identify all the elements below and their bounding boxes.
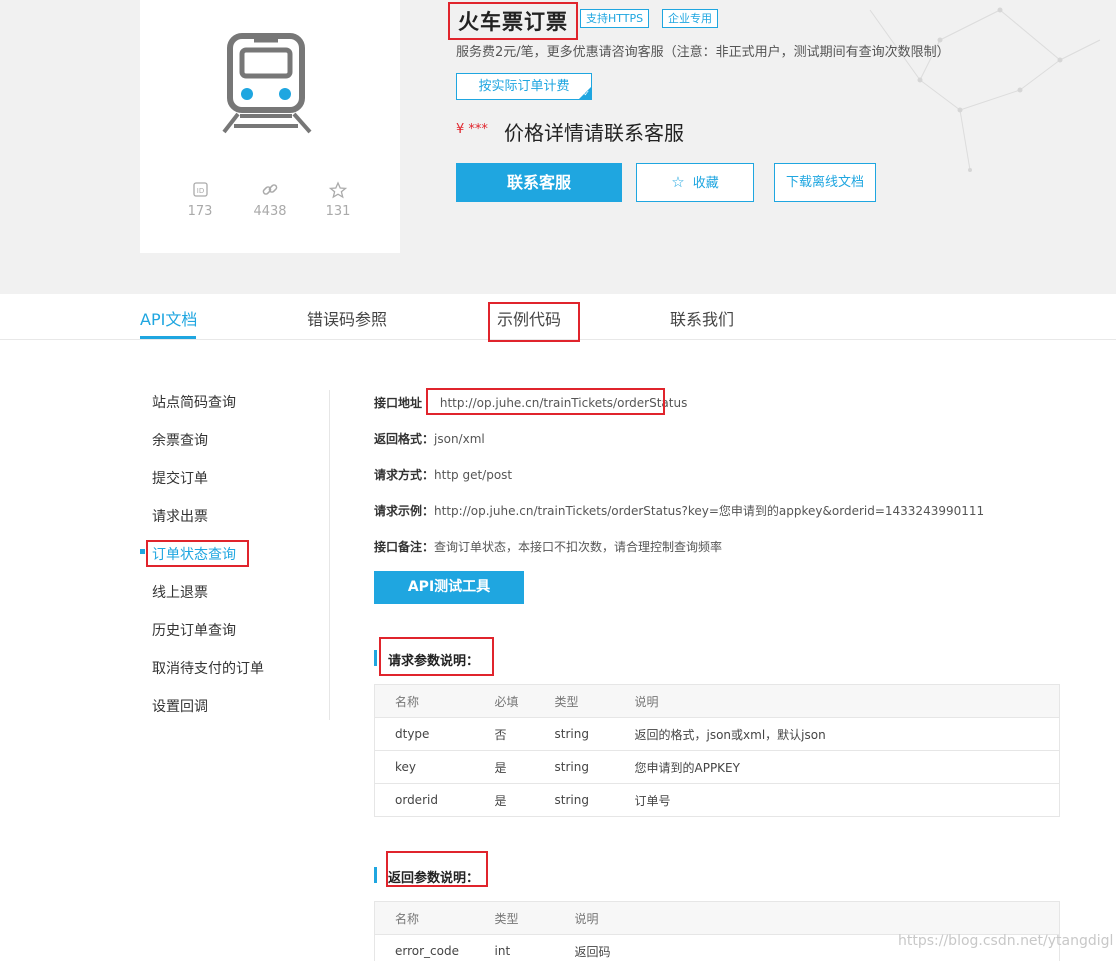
tab-contact-us[interactable]: 联系我们 <box>670 306 734 330</box>
table-header: 类型 <box>474 901 555 935</box>
highlight-box <box>146 540 249 567</box>
tag-https: 支持HTTPS <box>580 9 650 28</box>
sidebar-item-set-callback[interactable]: 设置回调 <box>152 696 208 716</box>
stat-favorite-value: 131 <box>325 204 351 219</box>
star-outline-icon: ☆ <box>671 173 685 191</box>
highlight-box <box>379 637 494 676</box>
favorite-button-label: 收藏 <box>692 176 719 191</box>
response-params-table: 名称 类型 说明 error_code int 返回码 <box>374 901 1060 961</box>
highlight-box <box>386 851 488 887</box>
stat-id-value: 173 <box>187 204 213 219</box>
download-doc-button[interactable]: 下载离线文档 <box>774 163 876 202</box>
table-cell: 订单号 <box>614 783 1060 817</box>
table-cell: int <box>474 934 555 961</box>
link-icon <box>262 184 278 195</box>
table-row: dtype 否 string 返回的格式，json或xml，默认json <box>374 717 1060 751</box>
table-cell: string <box>534 717 615 751</box>
api-test-tool-button[interactable]: API测试工具 <box>374 571 524 604</box>
product-card: ID 173 4438 131 <box>140 0 400 253</box>
tag-enterprise: 企业专用 <box>662 9 718 28</box>
api-example-row: 请求示例：http://op.juhe.cn/trainTickets/orde… <box>374 502 984 519</box>
product-description: 服务费2元/笔，更多优惠请咨询客服（注意：非正式用户，测试期间有查询次数限制） <box>456 45 950 60</box>
contact-service-button[interactable]: 联系客服 <box>456 163 622 202</box>
svg-text:ID: ID <box>197 187 204 195</box>
table-header: 名称 <box>374 901 475 935</box>
table-cell: orderid <box>374 783 475 817</box>
product-title: 火车票订票 <box>458 10 568 34</box>
table-cell: key <box>374 750 475 784</box>
section-marker <box>374 650 377 666</box>
table-cell: 否 <box>474 717 535 751</box>
table-cell: 返回的格式，json或xml，默认json <box>614 717 1060 751</box>
stat-link-value: 4438 <box>253 204 287 219</box>
table-cell: 您申请到的APPKEY <box>614 750 1060 784</box>
star-icon <box>328 181 348 199</box>
api-format-value: json/xml <box>434 432 485 446</box>
table-header: 说明 <box>614 684 1060 718</box>
sidebar-item-refund[interactable]: 线上退票 <box>152 582 208 602</box>
table-header: 类型 <box>534 684 615 718</box>
table-header-row: 名称 必填 类型 说明 <box>374 684 1060 718</box>
check-icon: ✓ <box>583 89 590 98</box>
watermark: https://blog.csdn.net/ytangdigl <box>898 933 1114 949</box>
table-row: key 是 string 您申请到的APPKEY <box>374 750 1060 784</box>
api-note-value: 查询订单状态，本接口不扣次数，请合理控制查询频率 <box>434 540 723 554</box>
billing-option-label: 按实际订单计费 <box>478 79 570 94</box>
table-header: 必填 <box>474 684 535 718</box>
active-tab-underline <box>140 336 196 339</box>
tab-api-doc[interactable]: API文档 <box>140 306 197 330</box>
stat-favorite: 131 <box>308 180 368 219</box>
table-header-row: 名称 类型 说明 <box>374 901 1060 935</box>
stat-id: ID 173 <box>170 180 230 219</box>
price-symbol: ¥ *** <box>456 122 488 137</box>
sidebar-item-submit-order[interactable]: 提交订单 <box>152 468 208 488</box>
section-marker <box>374 867 377 883</box>
table-cell: error_code <box>374 934 475 961</box>
price-text: 价格详情请联系客服 <box>504 121 684 145</box>
api-format-row: 返回格式：json/xml <box>374 430 485 447</box>
sidebar-item-history-orders[interactable]: 历史订单查询 <box>152 620 236 640</box>
highlight-box <box>488 302 580 342</box>
table-cell: string <box>534 783 615 817</box>
id-icon: ID <box>193 182 208 197</box>
table-row: orderid 是 string 订单号 <box>374 783 1060 817</box>
train-icon <box>222 33 312 134</box>
active-item-marker <box>140 549 145 554</box>
billing-option[interactable]: 按实际订单计费 ✓ <box>456 73 592 100</box>
request-params-table: 名称 必填 类型 说明 dtype 否 string 返回的格式，json或xm… <box>374 684 1060 817</box>
product-header: ID 173 4438 131 火车票订票 支持HTTPS 企业专用 服务费2元… <box>0 0 1116 294</box>
api-method-label: 请求方式： <box>374 468 435 482</box>
api-method-row: 请求方式：http get/post <box>374 466 512 483</box>
tab-error-codes[interactable]: 错误码参照 <box>307 306 387 330</box>
sidebar-item-cancel-unpaid[interactable]: 取消待支付的订单 <box>152 658 264 678</box>
table-cell: string <box>534 750 615 784</box>
favorite-button[interactable]: ☆ 收藏 <box>636 163 754 202</box>
api-note-row: 接口备注：查询订单状态，本接口不扣次数，请合理控制查询频率 <box>374 538 722 555</box>
sidebar-item-station-code[interactable]: 站点简码查询 <box>152 392 236 412</box>
api-example-label: 请求示例： <box>374 504 435 518</box>
api-method-value: http get/post <box>434 468 513 482</box>
table-cell: dtype <box>374 717 475 751</box>
table-cell: 是 <box>474 783 535 817</box>
api-format-label: 返回格式： <box>374 432 435 446</box>
api-url-label: 接口地址 <box>374 396 423 410</box>
table-cell: 是 <box>474 750 535 784</box>
product-title-box: 火车票订票 <box>448 2 578 40</box>
table-header: 说明 <box>554 901 1060 935</box>
table-header: 名称 <box>374 684 475 718</box>
sidebar-item-remaining-tickets[interactable]: 余票查询 <box>152 430 208 450</box>
highlight-box <box>426 388 665 415</box>
api-example-value: http://op.juhe.cn/trainTickets/orderStat… <box>434 504 985 518</box>
sidebar-item-request-ticket[interactable]: 请求出票 <box>152 506 208 526</box>
api-note-label: 接口备注： <box>374 540 435 554</box>
stat-link: 4438 <box>240 180 300 219</box>
